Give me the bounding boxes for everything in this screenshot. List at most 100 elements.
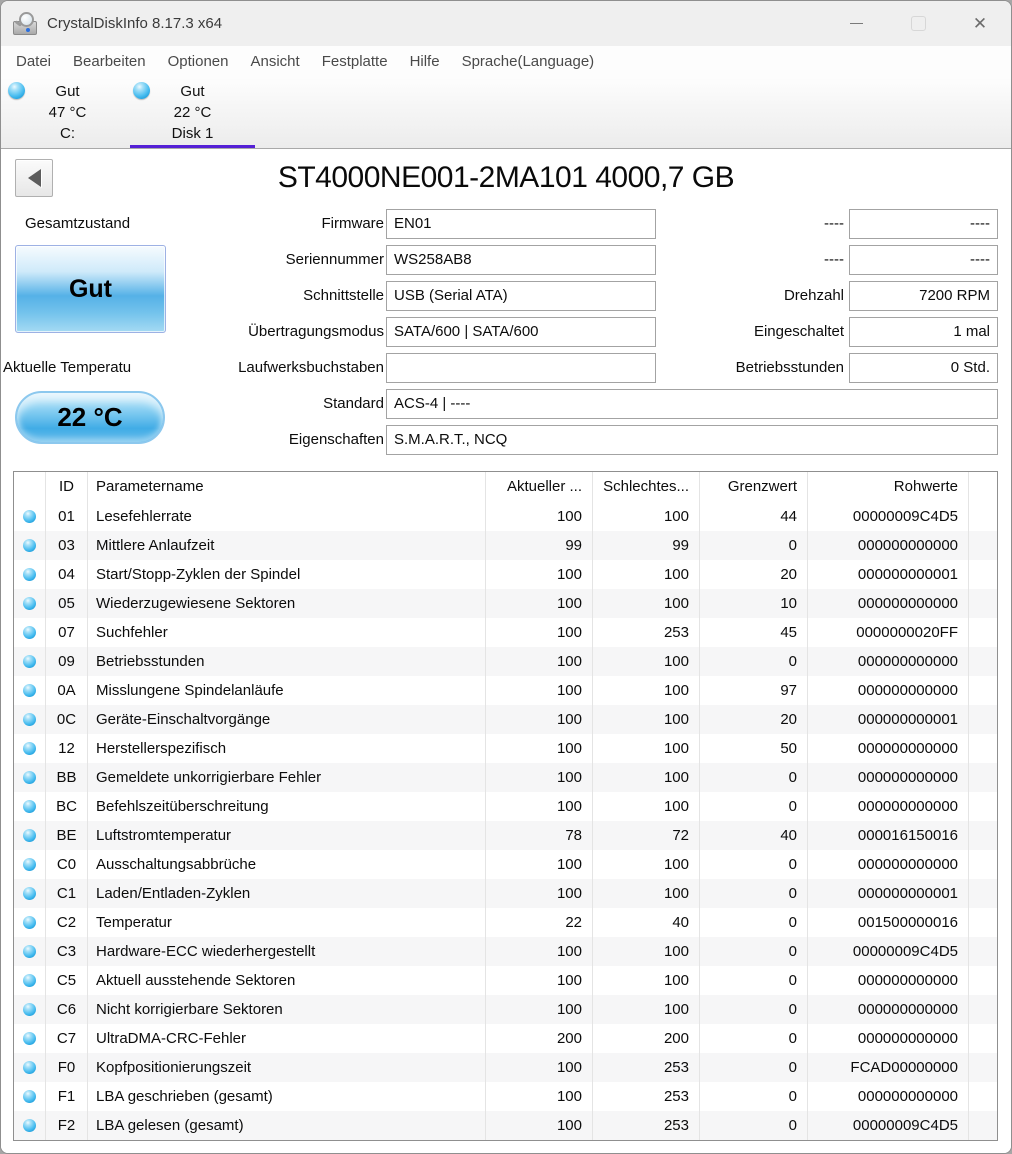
field-value-box: ---- — [849, 245, 998, 275]
selected-disk-underline — [130, 145, 255, 148]
menu-item-datei[interactable]: Datei — [5, 46, 62, 78]
menu-item-hilfe[interactable]: Hilfe — [399, 46, 451, 78]
filler-cell — [969, 647, 997, 676]
table-row[interactable]: F2LBA gelesen (gesamt)100253000000009C4D… — [14, 1111, 997, 1140]
status-orb-icon — [23, 887, 36, 900]
table-row[interactable]: BELuftstromtemperatur787240000016150016 — [14, 821, 997, 850]
raw-value-cell: 000000000000 — [808, 531, 969, 560]
table-row[interactable]: C6Nicht korrigierbare Sektoren1001000000… — [14, 995, 997, 1024]
attribute-id-cell: 01 — [46, 502, 88, 531]
status-orb-icon — [23, 974, 36, 987]
filler-cell — [969, 560, 997, 589]
maximize-button[interactable] — [887, 1, 949, 46]
worst-value-cell: 100 — [593, 850, 700, 879]
health-status-button[interactable]: Gut — [15, 245, 166, 333]
raw-value-cell: 00000009C4D5 — [808, 1111, 969, 1140]
filler-cell — [969, 995, 997, 1024]
table-row[interactable]: 12Herstellerspezifisch100100500000000000… — [14, 734, 997, 763]
table-row[interactable]: 03Mittlere Anlaufzeit99990000000000000 — [14, 531, 997, 560]
field-label-right: Betriebsstunden — [661, 353, 844, 383]
temperature-badge[interactable]: 22 °C — [15, 391, 165, 444]
field-label-right: ---- — [661, 245, 844, 275]
attribute-name-cell: Nicht korrigierbare Sektoren — [88, 995, 486, 1024]
table-row[interactable]: C5Aktuell ausstehende Sektoren1001000000… — [14, 966, 997, 995]
table-row[interactable]: 0AMisslungene Spindelanläufe100100970000… — [14, 676, 997, 705]
attribute-name-cell: Mittlere Anlaufzeit — [88, 531, 486, 560]
field-value-box: SATA/600 | SATA/600 — [386, 317, 656, 347]
attribute-name-cell: Kopfpositionierungszeit — [88, 1053, 486, 1082]
close-button[interactable]: ✕ — [949, 1, 1011, 46]
menu-item-festplatte[interactable]: Festplatte — [311, 46, 399, 78]
status-cell — [14, 821, 46, 850]
attribute-id-cell: BC — [46, 792, 88, 821]
attribute-name-cell: Ausschaltungsabbrüche — [88, 850, 486, 879]
table-row[interactable]: 01Lesefehlerrate1001004400000009C4D5 — [14, 502, 997, 531]
table-row[interactable]: C1Laden/Entladen-Zyklen10010000000000000… — [14, 879, 997, 908]
current-value-cell: 100 — [486, 792, 593, 821]
worst-value-cell: 100 — [593, 966, 700, 995]
status-orb-icon — [23, 771, 36, 784]
attribute-id-cell: 05 — [46, 589, 88, 618]
status-cell — [14, 1082, 46, 1111]
field-label-mid: Übertragungsmodus — [151, 317, 384, 347]
current-value-cell: 100 — [486, 850, 593, 879]
menu-item-bearbeiten[interactable]: Bearbeiten — [62, 46, 157, 78]
menu-item-ansicht[interactable]: Ansicht — [239, 46, 310, 78]
drive-detail-panel: ST4000NE001-2MA101 4000,7 GB Gesamtzusta… — [1, 149, 1011, 1153]
filler-cell — [969, 792, 997, 821]
table-row[interactable]: 04Start/Stopp-Zyklen der Spindel10010020… — [14, 560, 997, 589]
field-value-box: 0 Std. — [849, 353, 998, 383]
threshold-cell: 20 — [700, 705, 808, 734]
worst-value-cell: 100 — [593, 589, 700, 618]
worst-value-cell: 100 — [593, 647, 700, 676]
status-orb-icon — [23, 626, 36, 639]
table-row[interactable]: C0Ausschaltungsabbrüche10010000000000000… — [14, 850, 997, 879]
disk-tab-disk-1[interactable]: Gut22 °CDisk 1 — [130, 78, 255, 148]
table-row[interactable]: F1LBA geschrieben (gesamt)10025300000000… — [14, 1082, 997, 1111]
menu-item-sprache-language[interactable]: Sprache(Language) — [451, 46, 606, 78]
current-value-cell: 100 — [486, 676, 593, 705]
raw-value-cell: 000000000000 — [808, 966, 969, 995]
minimize-button[interactable] — [825, 1, 887, 46]
disk-tab-c[interactable]: Gut47 °CC: — [5, 78, 130, 148]
field-value-box: USB (Serial ATA) — [386, 281, 656, 311]
filler-cell — [969, 879, 997, 908]
worst-value-cell: 40 — [593, 908, 700, 937]
field-label-mid: Laufwerksbuchstaben — [151, 353, 384, 383]
status-orb-icon — [23, 1061, 36, 1074]
filler-cell — [969, 763, 997, 792]
status-cell — [14, 502, 46, 531]
table-row[interactable]: C7UltraDMA-CRC-Fehler2002000000000000000 — [14, 1024, 997, 1053]
table-row[interactable]: 0CGeräte-Einschaltvorgänge10010020000000… — [14, 705, 997, 734]
attribute-id-cell: C6 — [46, 995, 88, 1024]
current-value-cell: 100 — [486, 560, 593, 589]
current-value-cell: 78 — [486, 821, 593, 850]
raw-value-cell: 000000000000 — [808, 1082, 969, 1111]
attribute-name-cell: Herstellerspezifisch — [88, 734, 486, 763]
table-row[interactable]: C2Temperatur22400001500000016 — [14, 908, 997, 937]
table-row[interactable]: 09Betriebsstunden1001000000000000000 — [14, 647, 997, 676]
field-label-mid: Standard — [151, 389, 384, 419]
threshold-cell: 45 — [700, 618, 808, 647]
table-row[interactable]: BBGemeldete unkorrigierbare Fehler100100… — [14, 763, 997, 792]
status-orb-icon — [23, 800, 36, 813]
table-row[interactable]: BCBefehlszeitüberschreitung1001000000000… — [14, 792, 997, 821]
table-row[interactable]: 07Suchfehler100253450000000020FF — [14, 618, 997, 647]
current-value-cell: 99 — [486, 531, 593, 560]
filler-cell — [969, 1111, 997, 1140]
table-row[interactable]: C3Hardware-ECC wiederhergestellt10010000… — [14, 937, 997, 966]
table-row[interactable]: F0Kopfpositionierungszeit1002530FCAD0000… — [14, 1053, 997, 1082]
raw-value-cell: 000000000001 — [808, 560, 969, 589]
attribute-id-cell: 03 — [46, 531, 88, 560]
current-value-cell: 100 — [486, 705, 593, 734]
worst-value-cell: 72 — [593, 821, 700, 850]
status-cell — [14, 1024, 46, 1053]
status-orb-icon — [23, 1119, 36, 1132]
attribute-id-cell: 12 — [46, 734, 88, 763]
status-orb-icon — [23, 597, 36, 610]
current-value-cell: 100 — [486, 1053, 593, 1082]
attribute-name-cell: Misslungene Spindelanläufe — [88, 676, 486, 705]
raw-value-cell: 001500000016 — [808, 908, 969, 937]
menu-item-optionen[interactable]: Optionen — [157, 46, 240, 78]
table-row[interactable]: 05Wiederzugewiesene Sektoren100100100000… — [14, 589, 997, 618]
